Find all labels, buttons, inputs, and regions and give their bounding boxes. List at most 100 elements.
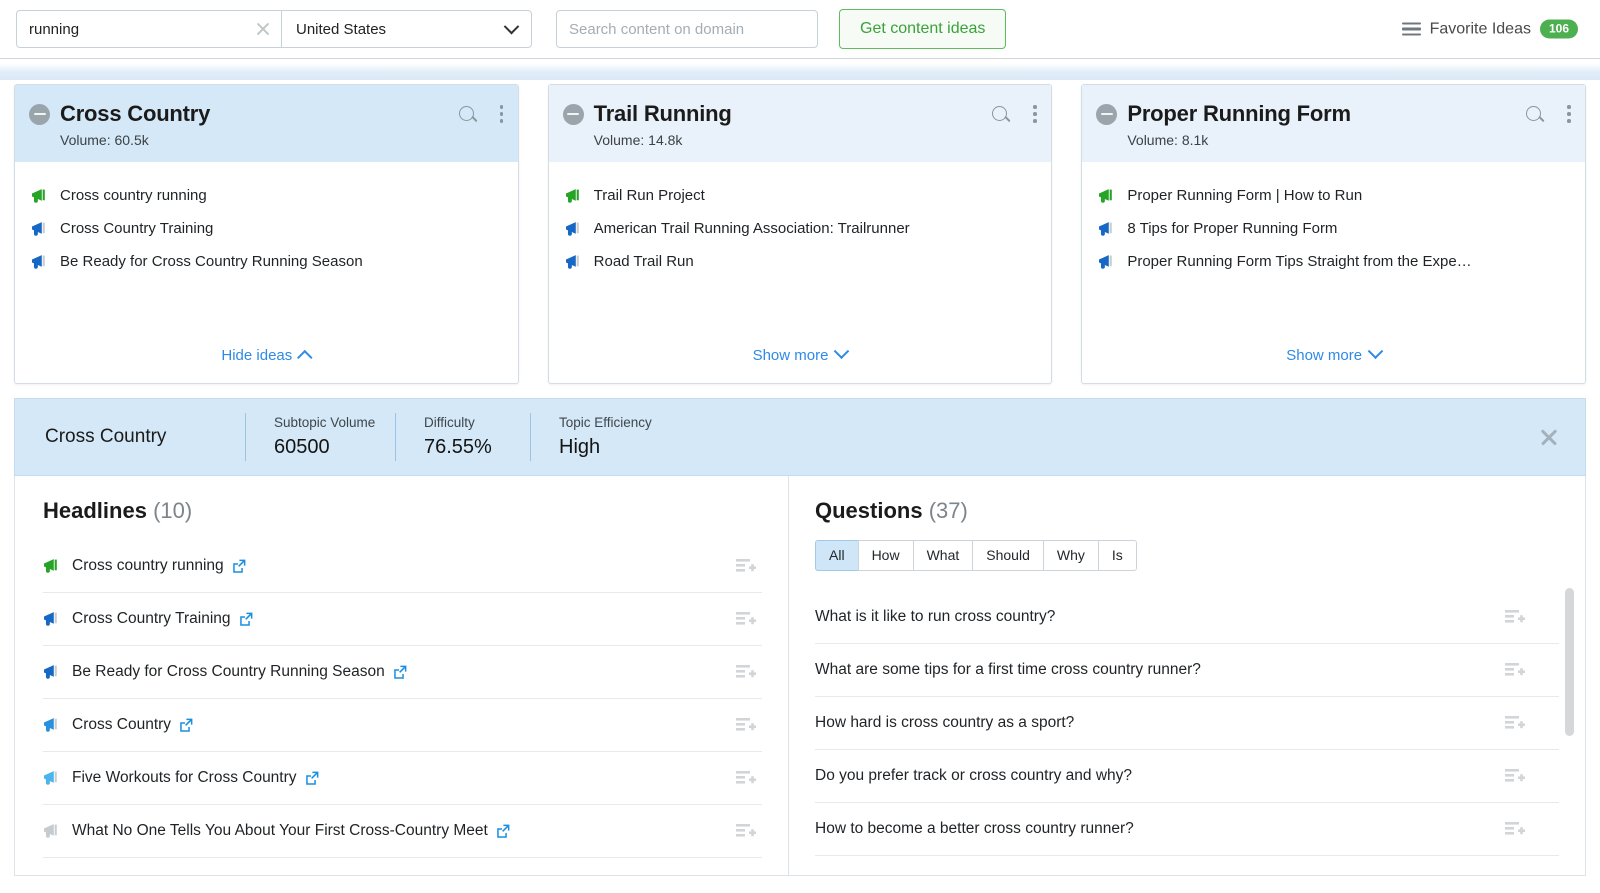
- toggle-ideas-link[interactable]: Hide ideas: [221, 347, 313, 366]
- more-options-icon[interactable]: [1567, 105, 1571, 126]
- chevron-up-icon: [297, 349, 313, 366]
- metric-value: 76.55%: [424, 436, 492, 458]
- megaphone-icon: [565, 188, 579, 203]
- card-idea-label: Cross Country Training: [60, 220, 214, 237]
- question-label: How hard is cross country as a sport?: [815, 714, 1075, 732]
- question-label: Do you prefer track or cross country and…: [815, 767, 1133, 785]
- question-row[interactable]: How hard is cross country as a sport?: [815, 697, 1559, 751]
- topic-card-ideas: Cross country running Cross Country Train…: [15, 162, 518, 337]
- toggle-ideas-link[interactable]: Show more: [1286, 343, 1384, 364]
- external-link-icon[interactable]: [179, 718, 193, 732]
- add-to-list-icon[interactable]: [1505, 821, 1525, 837]
- headline-row[interactable]: Cross country running: [43, 540, 762, 593]
- domain-search-input[interactable]: [556, 10, 818, 48]
- add-to-list-icon[interactable]: [736, 770, 756, 786]
- chevron-down-icon: [834, 343, 850, 360]
- questions-count: (37): [928, 498, 968, 523]
- more-options-icon[interactable]: [499, 105, 504, 126]
- external-link-icon[interactable]: [393, 665, 407, 679]
- card-idea-item[interactable]: Cross Country Training: [31, 213, 502, 246]
- metric-label: Difficulty: [424, 415, 475, 430]
- topic-card-title: Cross Country: [60, 101, 211, 126]
- more-options-icon[interactable]: [1033, 105, 1037, 126]
- questions-scrollbar[interactable]: [1565, 588, 1574, 736]
- headline-row[interactable]: Cross Country: [43, 699, 762, 752]
- headline-row[interactable]: Cross Country Training: [43, 593, 762, 646]
- top-toolbar: United States Get content ideas Favorite…: [0, 0, 1600, 58]
- megaphone-icon: [565, 254, 579, 269]
- add-to-list-icon[interactable]: [1505, 768, 1525, 784]
- search-icon[interactable]: [1526, 105, 1545, 125]
- subtopic-name: Cross Country: [45, 426, 167, 447]
- megaphone-icon: [1099, 188, 1113, 203]
- add-to-list-icon[interactable]: [736, 823, 756, 839]
- card-idea-label: Trail Run Project: [593, 187, 705, 204]
- favorite-ideas-count: 106: [1539, 19, 1578, 39]
- card-idea-item[interactable]: Trail Run Project: [565, 180, 1036, 213]
- get-content-ideas-button[interactable]: Get content ideas: [839, 9, 1007, 49]
- megaphone-icon: [565, 221, 579, 236]
- add-to-list-icon[interactable]: [736, 558, 756, 574]
- question-row[interactable]: Do you prefer track or cross country and…: [815, 750, 1559, 804]
- card-idea-item[interactable]: American Trail Running Association: Trai…: [565, 213, 1036, 246]
- topic-card[interactable]: Proper Running Form Volume: 8.1k Proper Ru…: [1081, 84, 1587, 384]
- megaphone-icon: [1099, 221, 1113, 236]
- add-to-list-icon[interactable]: [1505, 662, 1525, 678]
- collapse-minus-icon[interactable]: [562, 103, 584, 125]
- headline-row[interactable]: What No One Tells You About Your First C…: [43, 805, 762, 858]
- search-icon[interactable]: [992, 105, 1011, 125]
- questions-panel: Questions (37) All How What Should Why Is Wha…: [789, 476, 1585, 875]
- add-to-list-icon[interactable]: [736, 611, 756, 627]
- question-tab-how[interactable]: How: [857, 540, 913, 572]
- collapse-minus-icon[interactable]: [29, 103, 50, 125]
- clear-keyword-icon[interactable]: [254, 20, 272, 38]
- card-idea-item[interactable]: Be Ready for Cross Country Running Seaso…: [31, 246, 502, 279]
- question-tab-what[interactable]: What: [912, 540, 973, 572]
- topic-card-ideas: Trail Run Project American Trail Running …: [549, 162, 1052, 337]
- country-select[interactable]: United States: [281, 10, 532, 48]
- add-to-list-icon[interactable]: [1505, 609, 1525, 625]
- topic-card-volume: Volume: 60.5k: [60, 132, 500, 148]
- card-idea-label: Be Ready for Cross Country Running Seaso…: [60, 253, 363, 270]
- toolbar-divider: [0, 58, 1600, 80]
- favorite-ideas-button[interactable]: Favorite Ideas 106: [1401, 19, 1578, 39]
- card-idea-item[interactable]: Road Trail Run: [565, 246, 1036, 279]
- question-row[interactable]: What is it like to run cross country?: [815, 591, 1559, 645]
- card-idea-item[interactable]: Proper Running Form Tips Straight from t…: [1098, 246, 1569, 279]
- question-tab-should[interactable]: Should: [972, 540, 1043, 572]
- questions-title: Questions (37): [815, 498, 1559, 524]
- collapse-minus-icon[interactable]: [1096, 103, 1118, 125]
- favorite-ideas-label: Favorite Ideas: [1429, 20, 1531, 37]
- question-tab-all[interactable]: All: [815, 540, 858, 572]
- search-icon[interactable]: [458, 105, 478, 125]
- chevron-down-icon: [1367, 343, 1384, 360]
- card-idea-item[interactable]: Cross country running: [31, 180, 502, 213]
- topic-card[interactable]: Cross Country Volume: 60.5k Cross country …: [14, 84, 519, 384]
- headline-row[interactable]: Five Workouts for Cross Country: [43, 752, 762, 805]
- add-to-list-icon[interactable]: [736, 717, 756, 733]
- headline-row[interactable]: Be Ready for Cross Country Running Seaso…: [43, 646, 762, 699]
- headline-label: What No One Tells You About Your First C…: [72, 822, 488, 839]
- question-tab-why[interactable]: Why: [1042, 540, 1098, 572]
- add-to-list-icon[interactable]: [1505, 715, 1525, 731]
- topic-card-volume: Volume: 14.8k: [594, 132, 1034, 148]
- external-link-icon[interactable]: [232, 559, 246, 573]
- topic-card-footer: Hide ideas: [15, 337, 518, 383]
- card-idea-item[interactable]: 8 Tips for Proper Running Form: [1098, 213, 1569, 246]
- question-row[interactable]: How to become a better cross country run…: [815, 803, 1559, 857]
- external-link-icon[interactable]: [239, 612, 253, 626]
- topic-card[interactable]: Trail Running Volume: 14.8k Trail Run Proj…: [547, 84, 1053, 384]
- keyword-input[interactable]: [17, 11, 281, 47]
- external-link-icon[interactable]: [496, 824, 510, 838]
- card-idea-item[interactable]: Proper Running Form | How to Run: [1098, 180, 1569, 213]
- toggle-ideas-link[interactable]: Show more: [753, 343, 850, 364]
- question-tab-is[interactable]: Is: [1097, 540, 1137, 572]
- question-label: What are some tips for a first time cros…: [815, 661, 1201, 679]
- external-link-icon[interactable]: [305, 771, 319, 785]
- card-idea-label: Cross country running: [60, 187, 207, 204]
- close-icon[interactable]: [1539, 427, 1559, 447]
- metric-topic-efficiency: Topic Efficiency High: [530, 413, 680, 461]
- add-to-list-icon[interactable]: [736, 664, 756, 680]
- details-panels: Headlines (10) Cross country running Cros…: [14, 476, 1586, 876]
- question-row[interactable]: What are some tips for a first time cros…: [815, 644, 1559, 698]
